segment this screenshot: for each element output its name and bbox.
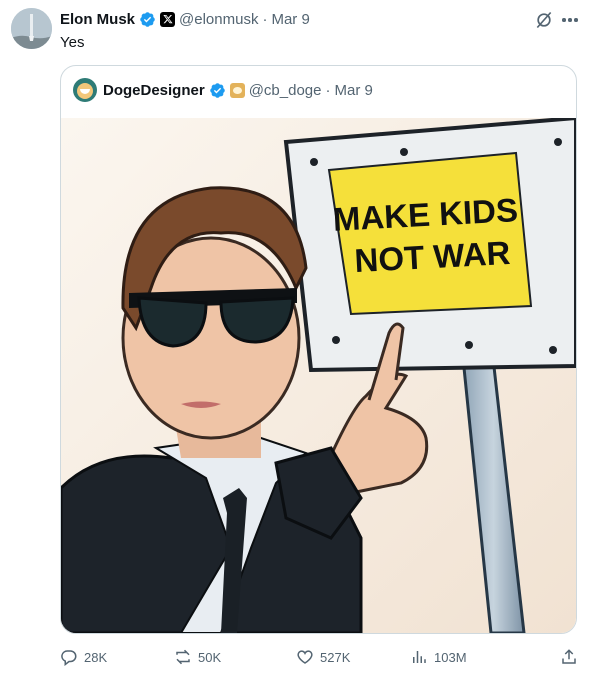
tweet-actions: 28K 50K 527K 103M — [60, 646, 580, 668]
quote-author-handle[interactable]: @cb_doge — [249, 82, 322, 99]
quoted-tweet[interactable]: DogeDesigner @cb_doge · Mar 9 MAKE KIDS … — [60, 65, 577, 634]
repost-icon — [176, 649, 190, 665]
quote-avatar[interactable] — [73, 78, 97, 102]
separator-dot: · — [262, 10, 268, 28]
tweet-text: Yes — [60, 34, 85, 51]
more-options-icon[interactable] — [560, 10, 580, 30]
author-handle[interactable]: @elonmusk — [179, 11, 258, 28]
verified-badge-icon[interactable] — [139, 11, 156, 28]
heart-icon — [297, 650, 313, 664]
quote-header: DogeDesigner @cb_doge · Mar 9 — [73, 78, 373, 102]
share-button[interactable] — [560, 646, 578, 668]
quote-author-name[interactable]: DogeDesigner — [103, 82, 205, 99]
quote-date[interactable]: Mar 9 — [334, 82, 372, 99]
quote-separator-dot: · — [325, 81, 331, 99]
share-icon — [562, 649, 576, 664]
author-name[interactable]: Elon Musk — [60, 11, 135, 28]
author-avatar[interactable] — [11, 8, 52, 49]
tweet-header: Elon Musk @elonmusk · Mar 9 — [60, 9, 310, 29]
repost-button[interactable]: 50K — [174, 646, 221, 668]
quote-image[interactable]: MAKE KIDS NOT WAR — [61, 118, 576, 633]
repost-count: 50K — [198, 649, 222, 665]
tweet-date[interactable]: Mar 9 — [271, 11, 309, 28]
x-affiliate-icon[interactable] — [160, 11, 176, 27]
views-icon — [413, 651, 426, 663]
grok-icon[interactable] — [534, 10, 554, 30]
reply-count: 28K — [84, 649, 108, 665]
like-count: 527K — [320, 649, 351, 665]
quote-verified-badge-icon[interactable] — [209, 82, 226, 99]
doge-affiliate-icon[interactable] — [229, 82, 245, 98]
view-count: 103M — [434, 649, 467, 665]
reply-icon — [61, 650, 77, 666]
like-button[interactable]: 527K — [296, 646, 350, 668]
views-button[interactable]: 103M — [410, 646, 467, 668]
reply-button[interactable]: 28K — [60, 646, 107, 668]
